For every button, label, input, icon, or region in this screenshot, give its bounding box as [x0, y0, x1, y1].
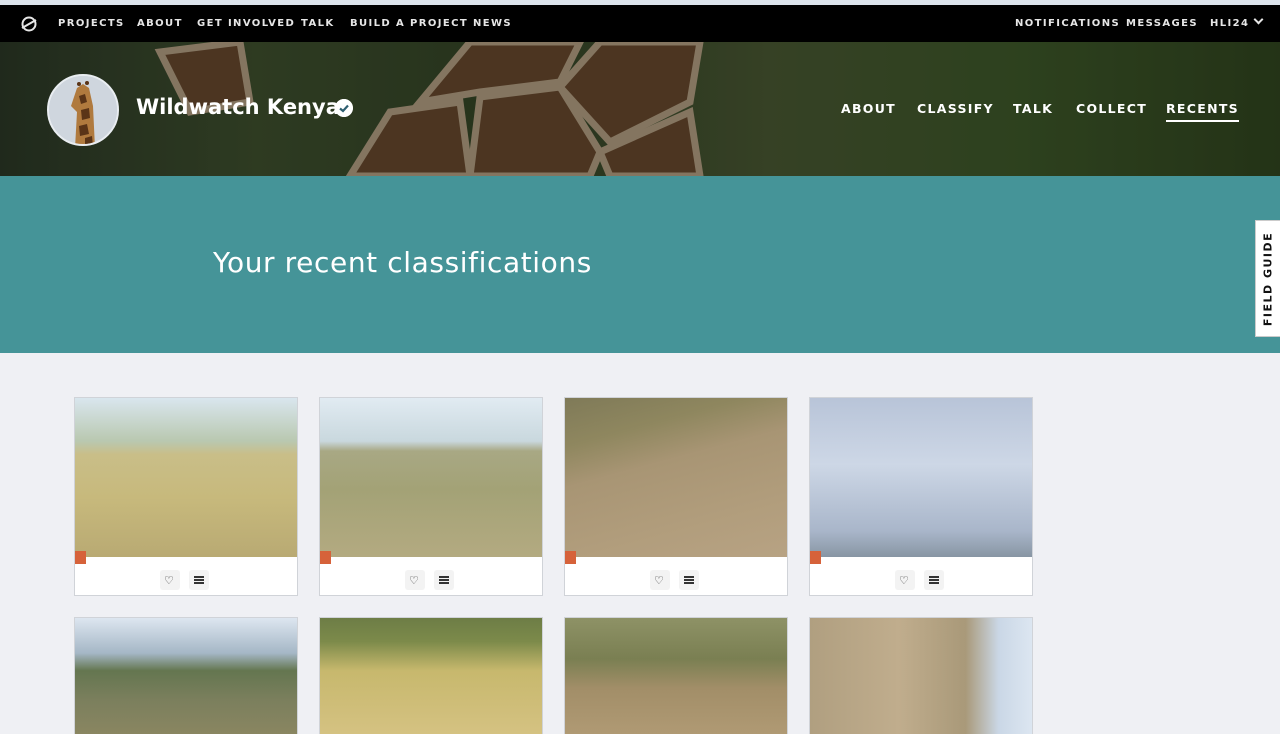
- page-title: Your recent classifications: [213, 246, 592, 279]
- project-nav-classify[interactable]: CLASSIFY: [917, 101, 994, 116]
- heart-icon: ♡: [899, 574, 909, 587]
- camera-logo: [320, 551, 331, 564]
- heart-icon: ♡: [654, 574, 664, 587]
- favorite-button[interactable]: ♡: [160, 570, 180, 590]
- favorite-button[interactable]: ♡: [405, 570, 425, 590]
- nav-projects[interactable]: PROJECTS: [58, 18, 125, 29]
- card-actions: ♡: [75, 566, 297, 596]
- nav-build-a-project[interactable]: BUILD A PROJECT: [350, 18, 468, 29]
- verified-check-icon: [335, 99, 353, 117]
- classification-card[interactable]: ♡: [319, 397, 543, 596]
- favorite-button[interactable]: ♡: [895, 570, 915, 590]
- nav-get-involved[interactable]: GET INVOLVED: [197, 18, 295, 29]
- classification-card[interactable]: ♡: [74, 397, 298, 596]
- top-navigation: PROJECTS ABOUT GET INVOLVED TALK BUILD A…: [0, 5, 1280, 42]
- nav-notifications[interactable]: NOTIFICATIONS: [1015, 18, 1120, 29]
- collect-button[interactable]: [434, 570, 454, 590]
- project-nav-about[interactable]: ABOUT: [841, 101, 896, 116]
- project-nav-collect[interactable]: COLLECT: [1076, 101, 1147, 116]
- field-guide-tab[interactable]: FIELD GUIDE: [1255, 220, 1280, 337]
- collection-list-icon: [929, 576, 939, 584]
- classification-card[interactable]: ♡: [809, 397, 1033, 596]
- classification-card[interactable]: [319, 617, 543, 734]
- collect-button[interactable]: [189, 570, 209, 590]
- user-name: HLI24: [1210, 18, 1250, 29]
- card-actions: ♡: [320, 566, 542, 596]
- subject-thumbnail[interactable]: [565, 618, 787, 734]
- collection-list-icon: [439, 576, 449, 584]
- camera-info-strip: [565, 557, 787, 564]
- subject-thumbnail[interactable]: [810, 398, 1032, 564]
- project-header: Wildwatch Kenya ABOUT CLASSIFY TALK COLL…: [0, 42, 1280, 176]
- heart-icon: ♡: [409, 574, 419, 587]
- user-menu[interactable]: HLI24: [1210, 14, 1264, 29]
- camera-info-strip: [810, 557, 1032, 564]
- subject-thumbnail[interactable]: [565, 398, 787, 564]
- project-title[interactable]: Wildwatch Kenya: [136, 95, 340, 119]
- camera-logo: [75, 551, 86, 564]
- camera-info-strip: [75, 557, 297, 564]
- collection-list-icon: [194, 576, 204, 584]
- collection-list-icon: [684, 576, 694, 584]
- heart-icon: ♡: [164, 574, 174, 587]
- subject-thumbnail[interactable]: [320, 398, 542, 564]
- collect-button[interactable]: [679, 570, 699, 590]
- classification-card[interactable]: [564, 617, 788, 734]
- card-actions: ♡: [565, 566, 787, 596]
- subject-thumbnail[interactable]: [810, 618, 1032, 734]
- nav-news[interactable]: NEWS: [473, 18, 512, 29]
- nav-messages[interactable]: MESSAGES: [1126, 18, 1198, 29]
- subject-thumbnail[interactable]: [320, 618, 542, 734]
- camera-logo: [810, 551, 821, 564]
- subject-thumbnail[interactable]: [75, 618, 297, 734]
- camera-logo: [565, 551, 576, 564]
- project-nav-recents[interactable]: RECENTS: [1166, 101, 1239, 122]
- project-nav-talk[interactable]: TALK: [1013, 101, 1053, 116]
- chevron-down-icon: [1253, 14, 1264, 25]
- classification-card[interactable]: [809, 617, 1033, 734]
- favorite-button[interactable]: ♡: [650, 570, 670, 590]
- classification-card[interactable]: [74, 617, 298, 734]
- project-avatar[interactable]: [47, 74, 119, 146]
- zooniverse-logo-icon[interactable]: [20, 15, 38, 33]
- field-guide-label: FIELD GUIDE: [1261, 231, 1275, 327]
- nav-about[interactable]: ABOUT: [137, 18, 183, 29]
- nav-talk[interactable]: TALK: [301, 18, 335, 29]
- camera-info-strip: [320, 557, 542, 564]
- card-actions: ♡: [810, 566, 1032, 596]
- subject-thumbnail[interactable]: [75, 398, 297, 564]
- page-banner: Your recent classifications: [0, 176, 1280, 353]
- collect-button[interactable]: [924, 570, 944, 590]
- classification-card[interactable]: ♡: [564, 397, 788, 596]
